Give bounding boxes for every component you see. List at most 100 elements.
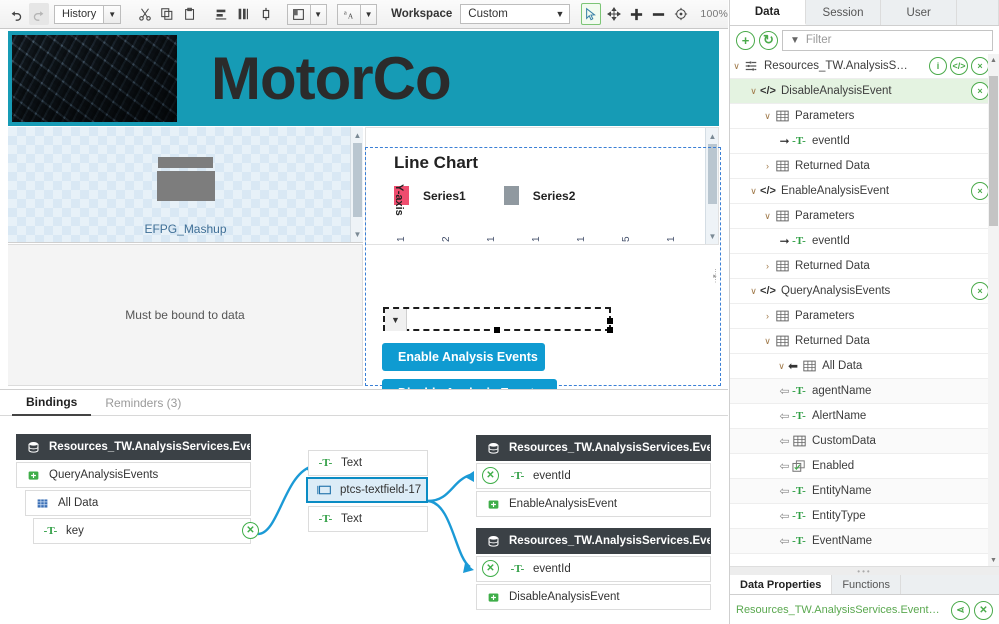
close-icon[interactable]: × — [971, 57, 989, 75]
tree-row-eventname[interactable]: ⇦ -T- EventName — [730, 529, 999, 554]
canvas-right-grip[interactable]: ⋮ ▸ ⋮ — [712, 269, 719, 284]
zoom-out-minus-icon[interactable] — [648, 3, 669, 25]
binding-node-source-entity[interactable]: Resources_TW.AnalysisServices.EventManag… — [16, 434, 251, 460]
tab-reminders[interactable]: Reminders (3) — [91, 390, 195, 416]
chevron-down-icon[interactable]: ∨ — [730, 61, 743, 72]
binding-node-enable-service[interactable]: EnableAnalysisEvent — [476, 491, 711, 517]
scrollbar-thumb[interactable] — [989, 76, 998, 226]
refresh-data-button[interactable]: ↻ — [759, 30, 778, 50]
tree-row-disable-analysis-event[interactable]: ∨ </> DisableAnalysisEvent × — [730, 79, 999, 104]
binding-node-disable-service[interactable]: DisableAnalysisEvent — [476, 584, 711, 610]
scroll-up-icon[interactable]: ▲ — [988, 54, 999, 66]
binding-node-text-in[interactable]: -T- Text — [308, 450, 428, 476]
remove-binding-icon[interactable]: ✕ — [242, 522, 259, 539]
chevron-down-icon[interactable]: ▼ — [360, 3, 378, 25]
disable-analysis-events-button[interactable]: Disable Analysis Events — [382, 379, 557, 389]
distribute-icon[interactable] — [256, 3, 277, 25]
tree-vertical-scrollbar[interactable]: ▲ ▼ — [988, 54, 999, 566]
tree-row-returned-data-3[interactable]: ∨ Returned Data — [730, 329, 999, 354]
tree-row-entityname[interactable]: ⇦ -T- EntityName — [730, 479, 999, 504]
chevron-down-icon[interactable]: ∨ — [747, 286, 760, 297]
share-icon[interactable]: ⋖ — [951, 600, 970, 620]
info-icon[interactable]: i — [929, 57, 947, 75]
close-icon[interactable]: ✕ — [974, 600, 993, 620]
tree-row-parameters-1[interactable]: ∨ Parameters — [730, 104, 999, 129]
scrollbar-thumb[interactable] — [708, 144, 717, 204]
scroll-up-icon[interactable]: ▲ — [706, 129, 718, 143]
enable-analysis-events-button[interactable]: Enable Analysis Events — [382, 343, 545, 371]
chevron-down-icon[interactable]: ∨ — [747, 186, 760, 197]
scroll-down-icon[interactable]: ▼ — [706, 229, 718, 243]
scroll-down-icon[interactable]: ▼ — [988, 554, 999, 566]
tab-bindings[interactable]: Bindings — [12, 390, 92, 416]
unbound-widget-placeholder[interactable]: Must be bound to data — [8, 244, 363, 386]
pan-move-icon[interactable] — [603, 3, 624, 25]
bindings-diagram[interactable]: Resources_TW.AnalysisServices.EventManag… — [0, 417, 728, 624]
chevron-right-icon[interactable]: › — [761, 161, 774, 171]
copy-icon[interactable] — [157, 3, 178, 25]
tree-row-query-analysis-events[interactable]: ∨ </> QueryAnalysisEvents × — [730, 279, 999, 304]
layout-icon[interactable] — [286, 3, 310, 25]
chevron-down-icon[interactable]: ▼ — [309, 3, 327, 25]
align-vertical-icon[interactable] — [233, 3, 254, 25]
tree-row-eventid-1[interactable]: ➞ -T- eventId — [730, 129, 999, 154]
binding-node-textfield-widget[interactable]: ptcs-textfield-17 — [306, 477, 428, 503]
chart-vertical-scrollbar[interactable]: ▲ ▼ — [705, 128, 718, 244]
tree-row-customdata[interactable]: ⇦ CustomData — [730, 429, 999, 454]
filter-input[interactable]: ▼ Filter — [782, 29, 993, 51]
mashup-vertical-scrollbar[interactable]: ▲ ▼ — [350, 127, 363, 242]
remove-binding-icon[interactable]: ✕ — [482, 560, 499, 577]
chevron-down-icon[interactable]: ▼ — [103, 4, 122, 24]
binding-node-target-entity-1[interactable]: Resources_TW.AnalysisServices.EventManag… — [476, 435, 711, 461]
tree-row-enabled[interactable]: ⇦ Enabled — [730, 454, 999, 479]
resize-handle-se[interactable] — [607, 327, 613, 333]
dropdown-widget[interactable]: ▼ — [383, 307, 613, 333]
history-dropdown[interactable]: History ▼ — [54, 4, 122, 24]
add-data-button[interactable]: + — [736, 30, 755, 50]
tab-session[interactable]: Session — [806, 0, 882, 25]
redo-icon[interactable] — [28, 3, 49, 25]
close-icon[interactable]: × — [971, 282, 989, 300]
tree-row-all-data[interactable]: ∨ ⬅ All Data — [730, 354, 999, 379]
style-split-button[interactable]: aA ▼ — [337, 3, 378, 25]
zoom-in-plus-icon[interactable] — [626, 3, 647, 25]
style-text-icon[interactable]: aA — [337, 3, 361, 25]
tree-row-parameters-3[interactable]: › Parameters — [730, 304, 999, 329]
binding-node-all-data[interactable]: All Data — [25, 490, 251, 516]
layout-split-button[interactable]: ▼ — [286, 3, 327, 25]
paste-icon[interactable] — [180, 3, 201, 25]
binding-node-text-out[interactable]: -T- Text — [308, 506, 428, 532]
contained-mashup-widget[interactable]: EFPG_Mashup ▲ ▼ — [8, 127, 363, 243]
tab-functions[interactable]: Functions — [832, 575, 902, 594]
chevron-down-icon[interactable]: ∨ — [761, 111, 774, 122]
close-icon[interactable]: × — [971, 82, 989, 100]
chevron-down-icon[interactable]: ∨ — [775, 361, 788, 372]
close-icon[interactable]: × — [971, 182, 989, 200]
tree-row-alertname[interactable]: ⇦ -T- AlertName — [730, 404, 999, 429]
tab-data-properties[interactable]: Data Properties — [730, 575, 833, 594]
chevron-down-icon[interactable]: ∨ — [761, 336, 774, 347]
cursor-select-icon[interactable] — [580, 3, 602, 25]
binding-node-eventid-1[interactable]: -T- eventId — [476, 463, 711, 489]
tree-row-enable-analysis-event[interactable]: ∨ </> EnableAnalysisEvent × — [730, 179, 999, 204]
chevron-down-icon[interactable]: ▼ — [385, 309, 407, 331]
tree-row-parameters-2[interactable]: ∨ Parameters — [730, 204, 999, 229]
cut-icon[interactable] — [135, 3, 156, 25]
tree-row-returned-data-2[interactable]: › Returned Data — [730, 254, 999, 279]
tab-user[interactable]: User — [881, 0, 958, 25]
binding-node-target-entity-2[interactable]: Resources_TW.AnalysisServices.EventManag… — [476, 528, 711, 554]
binding-node-key[interactable]: -T- key — [33, 518, 251, 544]
align-horizontal-icon[interactable] — [211, 3, 232, 25]
line-chart-widget[interactable]: Line Chart Series1 Series2 Y-axis 1 2 1 … — [365, 127, 719, 245]
tree-row-entitytype[interactable]: ⇦ -T- EntityType — [730, 504, 999, 529]
code-icon[interactable]: </> — [950, 57, 968, 75]
design-canvas[interactable]: MotorCo EFPG_Mashup ▲ ▼ Must be bound to… — [0, 29, 728, 389]
remove-binding-icon[interactable]: ✕ — [482, 467, 499, 484]
tree-row-returned-data-1[interactable]: › Returned Data — [730, 154, 999, 179]
chevron-down-icon[interactable]: ∨ — [747, 86, 760, 97]
data-tree[interactable]: ∨ Resources_TW.AnalysisServi... i </> × … — [730, 54, 999, 566]
undo-icon[interactable] — [6, 3, 27, 25]
panel-splitter[interactable]: ••• — [730, 566, 999, 576]
chevron-right-icon[interactable]: › — [761, 311, 774, 321]
zoom-reset-target-icon[interactable] — [671, 3, 692, 25]
